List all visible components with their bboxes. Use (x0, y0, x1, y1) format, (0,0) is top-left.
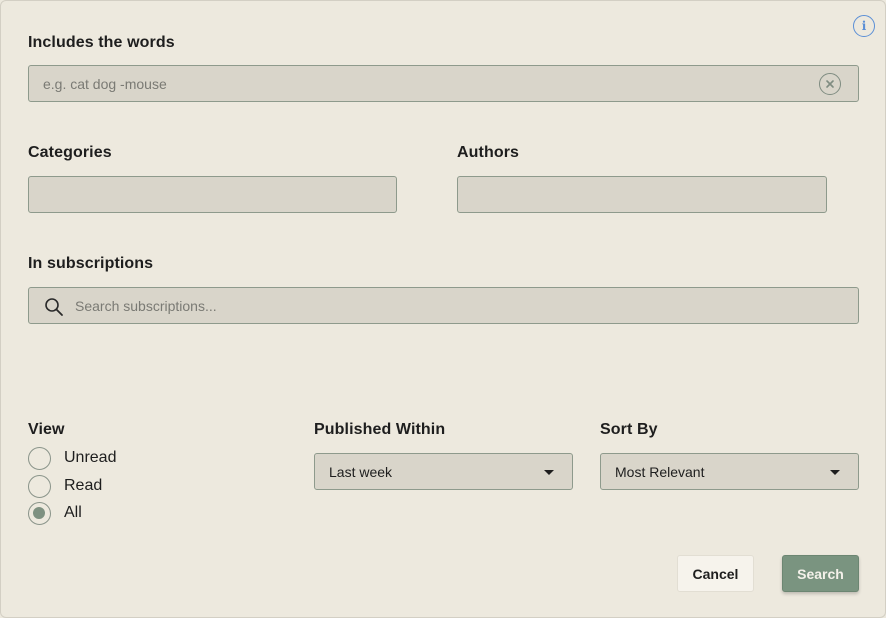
view-option-all[interactable]: All (28, 501, 82, 525)
includes-label: Includes the words (28, 34, 175, 51)
view-option-unread[interactable]: Unread (28, 446, 116, 470)
radio-read-label: Read (64, 477, 103, 494)
cancel-button[interactable]: Cancel (677, 555, 754, 592)
categories-label: Categories (28, 144, 112, 161)
published-select[interactable]: Last week (314, 453, 573, 490)
view-option-read[interactable]: Read (28, 474, 102, 498)
authors-input[interactable] (457, 176, 827, 213)
includes-placeholder: e.g. cat dog -mouse (43, 76, 167, 92)
sort-value: Most Relevant (615, 464, 705, 480)
categories-input[interactable] (28, 176, 397, 213)
radio-all[interactable] (28, 501, 51, 525)
clear-icon[interactable] (819, 73, 841, 95)
radio-all-label: All (64, 504, 82, 521)
view-label: View (28, 421, 65, 438)
search-icon (45, 298, 63, 316)
subscriptions-label: In subscriptions (28, 255, 154, 272)
subscriptions-placeholder: Search subscriptions... (75, 298, 217, 314)
radio-unread[interactable] (28, 446, 51, 470)
radio-unread-label: Unread (64, 449, 117, 466)
radio-read[interactable] (28, 474, 51, 498)
info-icon[interactable]: i (853, 15, 875, 37)
subscriptions-input[interactable]: Search subscriptions... (28, 287, 859, 324)
caret-down-icon (544, 470, 554, 475)
search-dialog: i Includes the words e.g. cat dog -mouse… (0, 0, 886, 618)
includes-input[interactable]: e.g. cat dog -mouse (28, 65, 859, 102)
search-button[interactable]: Search (782, 555, 859, 592)
sort-label: Sort By (600, 421, 658, 438)
published-value: Last week (329, 464, 393, 480)
published-label: Published Within (314, 421, 446, 438)
sort-select[interactable]: Most Relevant (600, 453, 859, 490)
authors-label: Authors (457, 144, 520, 161)
clear-x-glyph (826, 80, 834, 88)
caret-down-icon (830, 470, 840, 475)
